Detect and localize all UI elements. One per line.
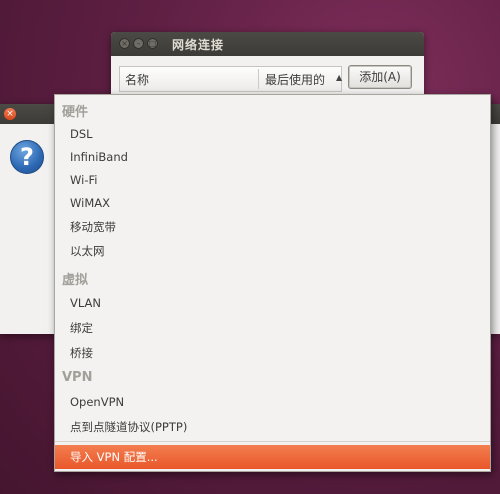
menu-item-openvpn[interactable]: OpenVPN xyxy=(70,395,124,409)
window-title: 网络连接 xyxy=(172,38,225,52)
menu-item-mobile-broadband[interactable]: 移动宽带 xyxy=(70,219,116,235)
menu-separator xyxy=(55,441,490,442)
question-icon: ? xyxy=(10,140,44,174)
sort-ascending-icon: ▲ xyxy=(336,73,343,82)
menu-header-vpn: VPN xyxy=(62,370,93,385)
column-separator[interactable] xyxy=(258,69,259,89)
add-button[interactable]: 添加(A) xyxy=(348,65,412,89)
menu-header-virtual: 虚拟 xyxy=(62,273,89,288)
menu-item-infiniband[interactable]: InfiniBand xyxy=(70,150,128,164)
menu-item-bond[interactable]: 绑定 xyxy=(70,320,93,336)
menu-item-bridge[interactable]: 桥接 xyxy=(70,345,93,361)
menu-item-wimax[interactable]: WiMAX xyxy=(70,196,110,210)
maximize-icon[interactable]: □ xyxy=(147,38,158,49)
minimize-icon[interactable]: – xyxy=(133,38,144,49)
connections-list-header: 名称 最后使用的 ▲ xyxy=(119,66,342,92)
menu-item-ethernet[interactable]: 以太网 xyxy=(70,243,105,259)
column-last-used-header[interactable]: 最后使用的 xyxy=(265,71,325,88)
dialog-close-icon[interactable]: × xyxy=(4,108,16,120)
connection-type-menu: 硬件 DSL InfiniBand Wi-Fi WiMAX 移动宽带 以太网 虚… xyxy=(54,94,491,472)
menu-item-wifi[interactable]: Wi-Fi xyxy=(70,173,97,187)
network-window-titlebar[interactable]: × – □ 网络连接 xyxy=(111,32,424,56)
column-name-header[interactable]: 名称 xyxy=(125,71,149,88)
menu-item-vlan[interactable]: VLAN xyxy=(70,296,101,310)
close-icon[interactable]: × xyxy=(119,38,130,49)
menu-header-hardware: 硬件 xyxy=(62,105,89,120)
menu-item-import-vpn[interactable]: 导入 VPN 配置... xyxy=(55,445,490,469)
menu-item-pptp[interactable]: 点到点隧道协议(PPTP) xyxy=(70,419,187,435)
menu-item-dsl[interactable]: DSL xyxy=(70,127,93,141)
